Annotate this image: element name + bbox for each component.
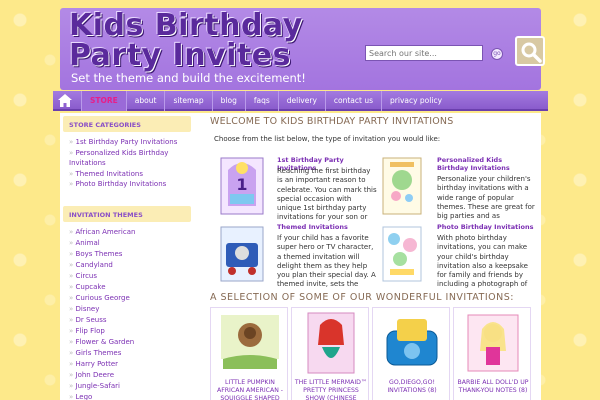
- product-card[interactable]: BARBIE ALL DOLL'D UP THANK-YOU NOTES (8): [453, 307, 531, 400]
- theme-link[interactable]: Lego: [69, 392, 191, 400]
- theme-link[interactable]: Jungle-Safari: [69, 381, 191, 392]
- logo-line-2[interactable]: Party Invites: [69, 41, 291, 71]
- home-icon[interactable]: [58, 94, 72, 107]
- nav-delivery[interactable]: delivery: [277, 91, 325, 111]
- product-card[interactable]: LITTLE PUMPKIN AFRICAN AMERICAN - SQUIGG…: [210, 307, 288, 400]
- store-categories-heading: STORE CATEGORIES: [63, 116, 191, 132]
- feature-title[interactable]: Themed Invitations: [277, 223, 377, 231]
- intro-text: Choose from the list below, the type of …: [214, 135, 441, 143]
- feature-title[interactable]: Photo Birthday Invitations: [437, 223, 537, 231]
- page-wrapper: Kids Birthday Party Invites Set the them…: [53, 0, 548, 400]
- personalized-thumbnail[interactable]: [380, 156, 424, 216]
- search-input[interactable]: [365, 45, 483, 61]
- theme-link[interactable]: Flip Flop: [69, 326, 191, 337]
- product-name[interactable]: LITTLE PUMPKIN AFRICAN AMERICAN - SQUIGG…: [213, 379, 287, 400]
- main-nav: STORE about sitemap blog faqs delivery c…: [53, 91, 548, 111]
- magnifier-icon: [521, 42, 542, 63]
- feature-description: With photo birthday invitations, you can…: [437, 234, 528, 289]
- theme-link[interactable]: Harry Potter: [69, 359, 191, 370]
- nav-privacy-policy[interactable]: privacy policy: [381, 91, 450, 111]
- theme-link[interactable]: Curious George: [69, 293, 191, 304]
- themed-thumbnail[interactable]: [220, 223, 264, 283]
- little-mermaid-image[interactable]: [300, 311, 362, 375]
- theme-link[interactable]: Flower & Garden: [69, 337, 191, 348]
- nav-about[interactable]: about: [125, 91, 165, 111]
- category-link[interactable]: Themed Invitations: [69, 169, 191, 180]
- theme-list: African American Animal Boys Themes Cand…: [63, 222, 191, 400]
- feature-title[interactable]: Personalized Kids Birthday Invitations: [437, 156, 535, 172]
- feature-description: If your child has a favorite super hero …: [277, 234, 376, 290]
- svg-text:1: 1: [236, 175, 247, 194]
- page-title: WELCOME TO KIDS BIRTHDAY PARTY INVITATIO…: [210, 116, 454, 127]
- content-area: STORE CATEGORIES 1st Birthday Party Invi…: [60, 113, 541, 400]
- product-name[interactable]: BARBIE ALL DOLL'D UP THANK-YOU NOTES (8): [456, 379, 530, 395]
- product-name[interactable]: GO,DIEGO,GO! INVITATIONS (8): [375, 379, 449, 395]
- sidebar: STORE CATEGORIES 1st Birthday Party Invi…: [63, 116, 191, 400]
- site-header: Kids Birthday Party Invites Set the them…: [60, 8, 545, 90]
- selection-heading: A SELECTION OF SOME OF OUR WONDERFUL INV…: [210, 292, 514, 303]
- product-card[interactable]: THE LITTLE MERMAID™ PRETTY PRINCESS SHOW…: [291, 307, 369, 400]
- invitation-themes-heading: INVITATION THEMES: [63, 205, 191, 222]
- category-link[interactable]: Personalized Kids Birthday Invitations: [69, 148, 191, 169]
- product-name[interactable]: THE LITTLE MERMAID™ PRETTY PRINCESS SHOW…: [294, 379, 368, 400]
- theme-link[interactable]: Animal: [69, 238, 191, 249]
- theme-link[interactable]: Circus: [69, 271, 191, 282]
- theme-link[interactable]: African American: [69, 227, 191, 238]
- search-go-button[interactable]: go: [491, 48, 503, 60]
- category-link[interactable]: 1st Birthday Party Invitations: [69, 137, 191, 148]
- feature-description: Personalize your children's birthday inv…: [437, 175, 535, 221]
- logo-line-1[interactable]: Kids Birthday: [69, 11, 303, 41]
- category-list: 1st Birthday Party Invitations Personali…: [63, 132, 191, 195]
- theme-link[interactable]: Girls Themes: [69, 348, 191, 359]
- theme-link[interactable]: Boys Themes: [69, 249, 191, 260]
- nav-contact-us[interactable]: contact us: [324, 91, 381, 111]
- barbie-thank-you-image[interactable]: [462, 311, 524, 375]
- feature-description: Reaching the first birthday is an import…: [277, 167, 377, 223]
- feature-personalized: Personalized Kids Birthday Invitations P…: [380, 156, 540, 230]
- nav-blog[interactable]: blog: [211, 91, 245, 111]
- product-card[interactable]: GO,DIEGO,GO! INVITATIONS (8): [372, 307, 450, 400]
- feature-1st-birthday: 1 1st Birthday Party Invitations Reachin…: [220, 156, 380, 230]
- main-content: WELCOME TO KIDS BIRTHDAY PARTY INVITATIO…: [210, 116, 538, 400]
- nav-faqs[interactable]: faqs: [244, 91, 278, 111]
- photo-thumbnail[interactable]: [380, 223, 424, 283]
- go-diego-go-image[interactable]: [381, 311, 443, 375]
- theme-link[interactable]: Dr Seuss: [69, 315, 191, 326]
- first-birthday-thumbnail[interactable]: 1: [220, 156, 264, 216]
- feature-photo: Photo Birthday Invitations With photo bi…: [380, 223, 540, 297]
- theme-link[interactable]: Cupcake: [69, 282, 191, 293]
- product-row: LITTLE PUMPKIN AFRICAN AMERICAN - SQUIGG…: [210, 307, 531, 400]
- search-icon-button[interactable]: [515, 36, 545, 66]
- nav-sitemap[interactable]: sitemap: [164, 91, 211, 111]
- tagline: Set the theme and build the excitement!: [71, 71, 306, 85]
- theme-link[interactable]: Candyland: [69, 260, 191, 271]
- pumpkin-invitation-image[interactable]: [219, 311, 281, 375]
- feature-themed: Themed Invitations If your child has a f…: [220, 223, 380, 297]
- category-link[interactable]: Photo Birthday Invitations: [69, 179, 191, 190]
- nav-store[interactable]: STORE: [81, 91, 126, 111]
- theme-link[interactable]: John Deere: [69, 370, 191, 381]
- theme-link[interactable]: Disney: [69, 304, 191, 315]
